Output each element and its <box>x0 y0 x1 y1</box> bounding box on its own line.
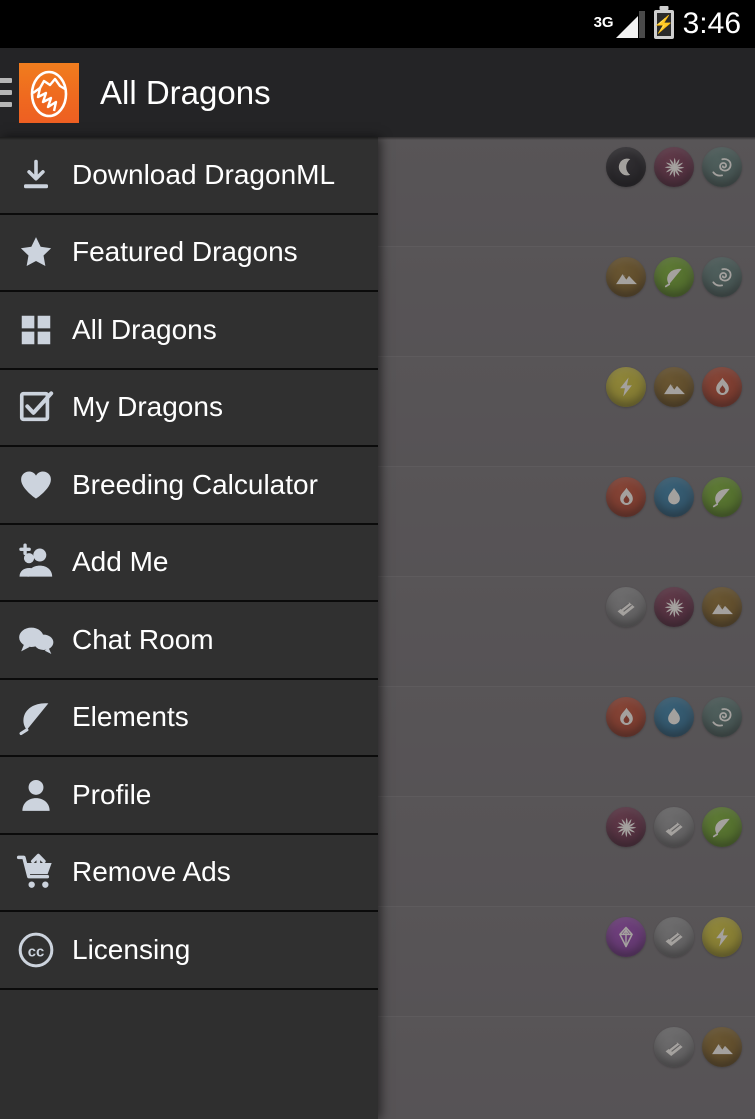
sidebar-item-label: Chat Room <box>72 623 214 655</box>
creative-commons-icon: cc <box>0 931 72 969</box>
drawer-empty-area <box>0 989 378 1119</box>
sidebar-item-label: Profile <box>72 778 152 810</box>
element-badge-crystal[interactable] <box>606 917 646 957</box>
element-badge-earth[interactable] <box>702 1027 742 1067</box>
app-screen: 3G ⚡ 3:46 All Dragons Download DragonML … <box>0 0 755 1119</box>
element-badge-group <box>654 1027 742 1067</box>
element-badge-metal[interactable] <box>606 587 646 627</box>
element-badge-air[interactable] <box>702 147 742 187</box>
signal-indicator: 3G <box>593 10 645 38</box>
status-bar: 3G ⚡ 3:46 <box>0 0 755 48</box>
sidebar-item-licensing[interactable]: cc Licensing <box>0 912 378 990</box>
navigation-drawer: Download DragonML Featured Dragons All Dra… <box>0 137 378 1119</box>
download-icon <box>0 157 72 193</box>
status-clock: 3:46 <box>682 7 741 40</box>
add-person-icon <box>0 543 72 581</box>
element-badge-earth[interactable] <box>654 367 694 407</box>
element-badge-fire[interactable] <box>702 367 742 407</box>
element-badge-plant[interactable] <box>702 807 742 847</box>
sidebar-item-all-dragons[interactable]: All Dragons <box>0 292 378 370</box>
element-badge-metal[interactable] <box>654 807 694 847</box>
element-badge-group <box>606 367 742 407</box>
heart-icon <box>0 466 72 504</box>
element-badge-vortex[interactable] <box>654 147 694 187</box>
element-badge-plant[interactable] <box>654 257 694 297</box>
element-badge-lightning[interactable] <box>702 917 742 957</box>
sidebar-item-breeding-calculator[interactable]: Breeding Calculator <box>0 447 378 525</box>
signal-triangle-icon <box>615 10 645 38</box>
element-badge-fire[interactable] <box>606 477 646 517</box>
sidebar-item-label: Licensing <box>72 933 191 965</box>
element-badge-water[interactable] <box>654 697 694 737</box>
sidebar-item-label: Featured Dragons <box>72 236 298 268</box>
checkbox-checked-icon <box>0 388 72 426</box>
page-title: All Dragons <box>100 73 271 111</box>
sidebar-item-elements[interactable]: Elements <box>0 679 378 757</box>
hamburger-menu-icon[interactable] <box>0 78 12 107</box>
element-badge-group <box>606 807 742 847</box>
sidebar-item-label: My Dragons <box>72 391 223 423</box>
leaf-icon <box>0 698 72 736</box>
sidebar-item-label: Add Me <box>72 546 169 578</box>
element-badge-air[interactable] <box>702 257 742 297</box>
sidebar-item-chat-room[interactable]: Chat Room <box>0 602 378 680</box>
action-bar: All Dragons <box>0 48 755 137</box>
star-icon <box>0 233 72 271</box>
sidebar-item-featured-dragons[interactable]: Featured Dragons <box>0 214 378 292</box>
grid-icon <box>0 312 72 348</box>
sidebar-item-label: Remove Ads <box>72 856 231 888</box>
element-badge-group <box>606 917 742 957</box>
element-badge-group <box>606 477 742 517</box>
sidebar-item-my-dragons[interactable]: My Dragons <box>0 369 378 447</box>
element-badge-moon[interactable] <box>606 147 646 187</box>
element-badge-fire[interactable] <box>606 697 646 737</box>
sidebar-item-add-me[interactable]: Add Me <box>0 524 378 602</box>
element-badge-group <box>606 697 742 737</box>
element-badge-metal[interactable] <box>654 917 694 957</box>
element-badge-plant[interactable] <box>702 477 742 517</box>
battery-bolt-glyph: ⚡ <box>653 14 675 34</box>
shopping-cart-up-icon <box>0 852 72 892</box>
sidebar-item-label: All Dragons <box>72 313 217 345</box>
element-badge-vortex[interactable] <box>606 807 646 847</box>
sidebar-item-profile[interactable]: Profile <box>0 757 378 835</box>
sidebar-item-remove-ads[interactable]: Remove Ads <box>0 834 378 912</box>
element-badge-group <box>606 587 742 627</box>
sidebar-item-label: Elements <box>72 701 189 733</box>
element-badge-group <box>606 147 742 187</box>
element-badge-earth[interactable] <box>702 587 742 627</box>
svg-text:cc: cc <box>28 944 45 960</box>
element-badge-air[interactable] <box>702 697 742 737</box>
sidebar-item-label: Download DragonML <box>72 158 336 190</box>
sidebar-item-download-dragonml[interactable]: Download DragonML <box>0 137 378 215</box>
element-badge-water[interactable] <box>654 477 694 517</box>
cracked-egg-icon[interactable] <box>19 62 79 123</box>
element-badge-earth[interactable] <box>606 257 646 297</box>
battery-charging-icon: ⚡ <box>653 9 675 39</box>
network-type-label: 3G <box>593 13 614 31</box>
element-badge-lightning[interactable] <box>606 367 646 407</box>
element-badge-group <box>606 257 742 297</box>
sidebar-item-label: Breeding Calculator <box>72 468 318 500</box>
chat-bubbles-icon <box>0 620 72 660</box>
element-badge-metal[interactable] <box>654 1027 694 1067</box>
person-icon <box>0 776 72 814</box>
element-badge-vortex[interactable] <box>654 587 694 627</box>
